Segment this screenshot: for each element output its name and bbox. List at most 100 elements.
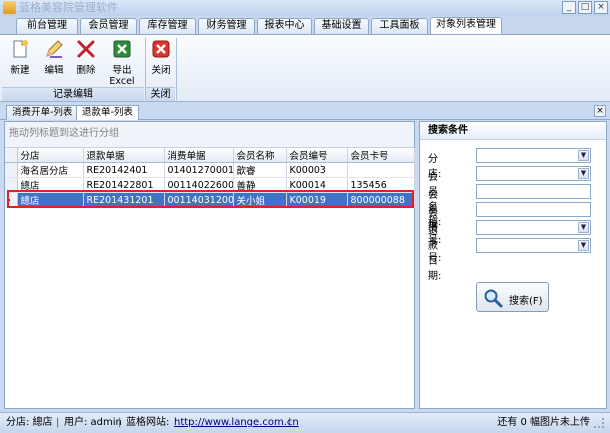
group-separator (176, 38, 177, 100)
close-window-icon[interactable]: × (594, 1, 608, 14)
website-link[interactable]: http://www.lange.com.cn (174, 413, 299, 433)
window-title: 蓝格美容院管理软件 (19, 1, 118, 14)
row-indicator (5, 162, 18, 178)
cell-card-no[interactable]: 800000088 (347, 192, 415, 208)
excel-icon (112, 39, 132, 59)
status-divider: | (56, 417, 60, 428)
refund-table: 分店 退款单据 消费单据 会员名称 会员编号 会员卡号 海名居分店 RE2014… (5, 148, 415, 208)
row-indicator (5, 177, 18, 193)
chevron-down-icon[interactable]: ▼ (578, 240, 589, 251)
doc-tab-consumption-list[interactable]: 消费开单-列表 (6, 105, 79, 120)
branch-select[interactable]: ▼ (476, 148, 591, 163)
status-divider: | (118, 417, 122, 428)
close-button[interactable]: 关闭 (148, 39, 174, 76)
window-controls: _ □ × (562, 1, 608, 14)
resize-grip-icon[interactable] (594, 418, 604, 428)
refund-date-label: 退款日期: (428, 226, 442, 282)
cell-card-no[interactable]: 135456 (347, 177, 415, 193)
cell-member-id[interactable]: K00003 (286, 162, 348, 178)
group-label-record-edit: 记录编辑 (2, 87, 144, 101)
close-button-label: 关闭 (151, 65, 171, 76)
table-row[interactable]: 海名居分店 RE20142401 01401270001 歆睿 K00003 (5, 162, 415, 178)
row-indicator-header (5, 148, 18, 163)
refund-grid-pane: 拖动列标题到这进行分组 分店 退款单据 消费单据 会员名称 会员编号 会员卡号 … (4, 121, 415, 409)
delete-button[interactable]: 删除 (72, 39, 100, 76)
pencil-icon (44, 39, 64, 59)
delete-button-label: 删除 (76, 65, 96, 76)
app-logo-icon (3, 1, 16, 14)
search-icon (483, 288, 503, 308)
tab-tools[interactable]: 工具面板 (371, 18, 428, 34)
cell-member-name[interactable]: 善静 (233, 177, 287, 193)
cell-member-name[interactable]: 关小姐 (233, 192, 287, 208)
tab-basic-settings[interactable]: 基础设置 (314, 18, 369, 34)
cell-refund-no[interactable]: RE201422801 (83, 177, 165, 193)
table-header-row: 分店 退款单据 消费单据 会员名称 会员编号 会员卡号 (5, 148, 415, 163)
refund-date-start[interactable]: ▼ (476, 220, 591, 235)
cell-consumption-no[interactable]: 0011402260001 (164, 177, 234, 193)
title-bar: 蓝格美容院管理软件 _ □ × (0, 0, 610, 16)
tab-object-list[interactable]: 对象列表管理 (430, 17, 502, 34)
tab-reports[interactable]: 报表中心 (257, 18, 312, 34)
cell-card-no[interactable] (347, 162, 415, 178)
delete-x-icon (76, 39, 96, 59)
ribbon-toolbar: 新建 编辑 删除 导出Excel 关闭 记录编辑 关闭 (0, 34, 610, 102)
doc-tab-refund-list[interactable]: 退款单-列表 (76, 105, 139, 120)
minimize-icon[interactable]: _ (562, 1, 576, 14)
cell-refund-no[interactable]: RE201431201 (83, 192, 165, 208)
status-branch: 分店: 總店 (6, 417, 53, 428)
column-header-consumption-no[interactable]: 消费单据 (164, 148, 234, 163)
current-row-arrow-icon: › (5, 192, 18, 208)
status-right: 还有 0 幅图片未上传 (497, 413, 604, 433)
chevron-down-icon[interactable]: ▼ (578, 222, 589, 233)
document-tabs: 消费开单-列表 退款单-列表 × (0, 103, 610, 120)
cell-consumption-no[interactable]: 0011403120002 (164, 192, 234, 208)
member-id-input[interactable] (476, 184, 591, 199)
edit-button-label: 编辑 (44, 65, 64, 76)
chevron-down-icon[interactable]: ▼ (578, 150, 589, 161)
column-header-refund-no[interactable]: 退款单据 (83, 148, 165, 163)
maximize-icon[interactable]: □ (578, 1, 592, 14)
new-button[interactable]: 新建 (6, 39, 34, 76)
search-button[interactable]: 搜索(F) (476, 282, 549, 312)
column-header-member-name[interactable]: 会员名称 (233, 148, 287, 163)
tab-inventory[interactable]: 库存管理 (139, 18, 196, 34)
cell-consumption-no[interactable]: 01401270001 (164, 162, 234, 178)
cell-branch[interactable]: 總店 (17, 192, 84, 208)
cell-branch[interactable]: 海名居分店 (17, 162, 84, 178)
chevron-down-icon[interactable]: ▼ (578, 168, 589, 179)
group-label-close: 关闭 (146, 87, 175, 101)
status-bar: 分店: 總店 | 用户: admin | 蓝格网站: http://www.la… (0, 412, 610, 433)
column-header-branch[interactable]: 分店 (17, 148, 84, 163)
status-divider: | (288, 417, 292, 428)
search-pane: 搜索条件 分店: ▼ 会员名称: ▼ 会员编号: 会员卡号: 退款日期: ▼ ▼… (419, 121, 607, 409)
tab-member[interactable]: 会员管理 (80, 18, 137, 34)
status-website-label: 蓝格网站: (126, 417, 170, 428)
tab-front-desk[interactable]: 前台管理 (16, 18, 78, 34)
new-doc-icon (10, 39, 30, 59)
table-row-selected[interactable]: › 總店 RE201431201 0011403120002 关小姐 K0001… (5, 192, 415, 208)
upload-notice: 还有 0 幅图片未上传 (497, 417, 590, 428)
search-button-label: 搜索(F) (509, 296, 543, 307)
cell-member-id[interactable]: K00019 (286, 192, 348, 208)
cell-branch[interactable]: 總店 (17, 177, 84, 193)
cell-member-id[interactable]: K00014 (286, 177, 348, 193)
new-button-label: 新建 (10, 65, 30, 76)
column-header-card-no[interactable]: 会员卡号 (347, 148, 415, 163)
cell-refund-no[interactable]: RE20142401 (83, 162, 165, 178)
status-user: 用户: admin (64, 417, 122, 428)
card-no-input[interactable] (476, 202, 591, 217)
search-title: 搜索条件 (420, 122, 606, 140)
export-excel-label: 导出Excel (109, 65, 135, 87)
close-tab-icon[interactable]: × (594, 105, 606, 117)
group-by-hint: 拖动列标题到这进行分组 (5, 122, 414, 148)
column-header-member-id[interactable]: 会员编号 (286, 148, 348, 163)
export-excel-button[interactable]: 导出Excel (102, 39, 142, 87)
edit-button[interactable]: 编辑 (40, 39, 68, 76)
table-row[interactable]: 總店 RE201422801 0011402260001 善静 K00014 1… (5, 177, 415, 193)
member-name-select[interactable]: ▼ (476, 166, 591, 181)
tab-finance[interactable]: 财务管理 (198, 18, 255, 34)
cell-member-name[interactable]: 歆睿 (233, 162, 287, 178)
refund-date-end[interactable]: ▼ (476, 238, 591, 253)
menu-tabs: 前台管理 会员管理 库存管理 财务管理 报表中心 基础设置 工具面板 对象列表管… (0, 16, 610, 34)
